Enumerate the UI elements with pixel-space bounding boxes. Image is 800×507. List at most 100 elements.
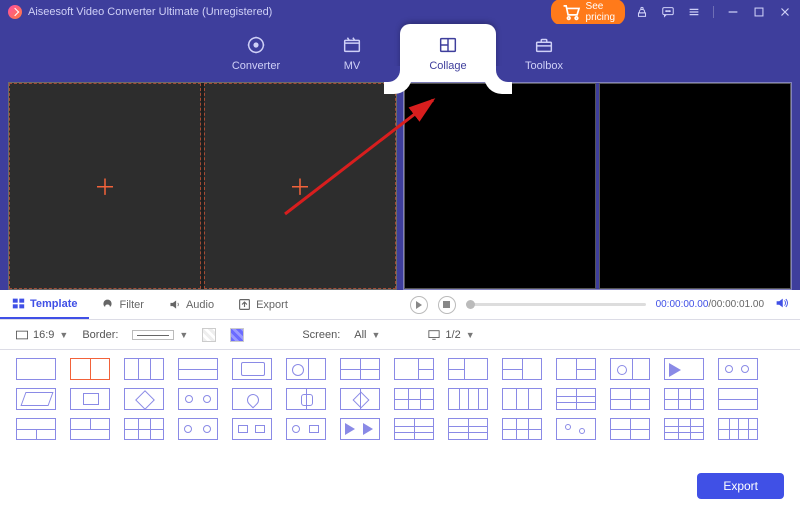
template-thumb[interactable] [124,418,164,440]
see-pricing-button[interactable]: See pricing [551,0,625,25]
template-thumb[interactable] [340,358,380,380]
aspect-ratio-value: 16:9 [33,329,54,341]
template-thumb[interactable] [16,358,56,380]
timecode: 00:00:00.00/00:00:01.00 [656,299,764,310]
template-thumb[interactable] [556,388,596,410]
stop-button[interactable] [438,296,456,314]
template-thumb[interactable] [556,358,596,380]
template-thumb[interactable] [340,418,380,440]
output-slot-1 [404,83,596,289]
template-thumb[interactable] [556,418,596,440]
template-options: 16:9 ▼ Border: ▼ Screen: All ▼ 1/2 ▼ [0,320,800,350]
template-thumb[interactable] [340,388,380,410]
template-thumb[interactable] [448,358,488,380]
template-thumb[interactable] [286,388,326,410]
border-color-pattern[interactable] [230,328,244,342]
template-thumb[interactable] [502,418,542,440]
template-thumb[interactable] [286,358,326,380]
tab-converter[interactable]: Converter [208,24,304,82]
maximize-button[interactable] [752,5,766,19]
collage-slot-2[interactable]: ＋ [204,83,396,289]
tab-toolbox-label: Toolbox [525,60,563,72]
template-thumb[interactable] [178,388,218,410]
template-thumb[interactable] [718,358,758,380]
subtab-audio[interactable]: Audio [156,290,226,319]
template-thumb[interactable] [286,418,326,440]
template-thumb[interactable] [70,388,110,410]
app-window: Aiseesoft Video Converter Ultimate (Unre… [0,0,800,507]
tab-mv-label: MV [344,60,361,72]
converter-icon [245,34,267,56]
collage-slot-1[interactable]: ＋ [9,83,201,289]
see-pricing-label: See pricing [586,1,615,23]
template-thumb[interactable] [178,358,218,380]
screen-value: All [354,329,366,341]
template-thumb[interactable] [610,388,650,410]
window-controls [635,5,792,19]
screen-select[interactable]: All ▼ [354,329,380,341]
template-thumb[interactable] [70,358,110,380]
output-slot-2 [599,83,791,289]
template-row [16,418,784,440]
app-logo-icon [8,5,22,19]
subtab-export-label: Export [256,299,288,311]
template-thumb[interactable] [394,388,434,410]
template-thumb[interactable] [664,388,704,410]
chevron-down-icon: ▼ [179,330,188,340]
template-row [16,358,784,380]
add-media-icon: ＋ [289,170,311,202]
subtab-export[interactable]: Export [226,290,300,319]
template-thumb[interactable] [70,418,110,440]
page-select[interactable]: 1/2 ▼ [428,329,474,341]
template-thumb[interactable] [448,388,488,410]
collage-icon [437,34,459,56]
template-thumb[interactable] [16,388,56,410]
menu-icon[interactable] [687,5,701,19]
volume-button[interactable] [774,296,788,313]
template-thumb[interactable] [718,388,758,410]
template-grid [0,350,800,465]
template-row [16,388,784,410]
add-media-icon: ＋ [94,170,116,202]
subtab-filter-label: Filter [119,299,143,311]
playback-track[interactable] [466,303,646,306]
stop-icon [443,301,450,308]
template-thumb[interactable] [718,418,758,440]
template-thumb[interactable] [124,388,164,410]
chevron-down-icon: ▼ [466,330,475,340]
export-button[interactable]: Export [697,473,784,499]
template-thumb[interactable] [394,358,434,380]
border-style-select[interactable]: ▼ [132,330,188,340]
template-thumb[interactable] [502,358,542,380]
audio-icon [168,298,181,311]
border-color-none[interactable] [202,328,216,342]
template-thumb[interactable] [232,388,272,410]
template-thumb[interactable] [610,418,650,440]
app-title: Aiseesoft Video Converter Ultimate (Unre… [28,6,272,18]
aspect-ratio-select[interactable]: 16:9 ▼ [16,329,68,341]
template-thumb[interactable] [16,418,56,440]
play-button[interactable] [410,296,428,314]
subtab-filter[interactable]: Filter [89,290,155,319]
subtab-template[interactable]: Template [0,290,89,319]
screen-label: Screen: [302,329,340,341]
template-thumb[interactable] [394,418,434,440]
tab-collage-label: Collage [429,60,466,72]
close-button[interactable] [778,5,792,19]
template-thumb[interactable] [232,418,272,440]
template-thumb[interactable] [448,418,488,440]
template-thumb[interactable] [664,358,704,380]
template-thumb[interactable] [124,358,164,380]
template-thumb[interactable] [664,418,704,440]
template-thumb[interactable] [178,418,218,440]
template-thumb[interactable] [232,358,272,380]
minimize-button[interactable] [726,5,740,19]
sub-tab-bar: Template Filter Audio Export 00:00:00.00… [0,290,800,320]
template-thumb[interactable] [502,388,542,410]
register-icon[interactable] [635,5,649,19]
feedback-icon[interactable] [661,5,675,19]
tab-collage[interactable]: Collage [400,24,496,82]
play-icon [415,301,423,309]
template-thumb[interactable] [610,358,650,380]
footer: Export [0,465,800,507]
